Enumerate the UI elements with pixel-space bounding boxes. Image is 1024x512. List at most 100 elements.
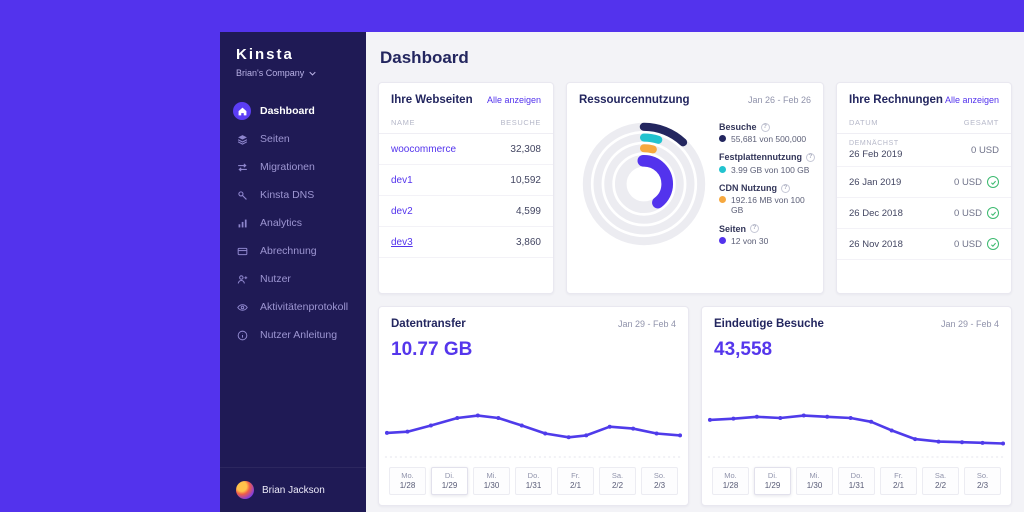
sidebar-item-kinsta-dns[interactable]: Kinsta DNS: [220, 182, 366, 208]
info-icon[interactable]: ?: [760, 122, 770, 132]
transfer-total-value: 10.77 GB: [391, 339, 473, 360]
invoice-amount-block: 0 USD: [971, 145, 999, 156]
sidebar-item-analytics[interactable]: Analytics: [220, 210, 366, 236]
axis-label-cell[interactable]: Di. 1/29: [431, 467, 468, 495]
websites-col-name: NAME: [391, 118, 416, 127]
visits-total-value: 43,558: [714, 339, 773, 360]
axis-day: Do.: [850, 471, 863, 480]
websites-table-header: NAME BESUCHE: [379, 115, 553, 134]
axis-day: Mo.: [401, 471, 414, 480]
axis-label-cell[interactable]: Fr. 2/1: [880, 467, 917, 495]
axis-label-cell[interactable]: Sa. 2/2: [922, 467, 959, 495]
website-link[interactable]: woocommerce: [391, 144, 456, 155]
website-link[interactable]: dev1: [391, 175, 413, 186]
website-visits: 4,599: [515, 205, 541, 217]
axis-day: Mi.: [486, 471, 497, 480]
axis-date: 2/1: [892, 481, 905, 490]
brand-block: Kinsta Brian's Company: [220, 32, 366, 86]
axis-day: So.: [653, 471, 666, 480]
legend-label: Seiten: [719, 223, 747, 234]
resources-card: Ressourcennutzung Jan 26 - Feb 26 Besuch…: [566, 82, 824, 294]
invoice-amount: 0 USD: [954, 207, 982, 219]
invoices-title: Ihre Rechnungen: [849, 94, 943, 106]
legend-color-dot: [719, 135, 726, 143]
axis-day: Fr.: [894, 471, 903, 480]
axis-date: 1/30: [483, 481, 500, 490]
invoice-row: 26 Dec 2018 0 USD: [837, 198, 1011, 229]
axis-label-cell[interactable]: Do. 1/31: [515, 467, 552, 495]
sidebar-item-label: Dashboard: [260, 105, 315, 117]
axis-label-cell[interactable]: Do. 1/31: [838, 467, 875, 495]
legend-value: 55,681 von 500,000: [731, 134, 807, 145]
dns-icon: [233, 186, 251, 204]
migrate-icon: [233, 158, 251, 176]
sidebar-item-label: Aktivitätenprotokoll: [260, 301, 349, 313]
kinsta-logo: Kinsta: [236, 46, 294, 63]
visits-card: Eindeutige Besuche Jan 29 - Feb 4 43,558…: [701, 306, 1012, 506]
invoice-amount-block: 0 USD: [954, 176, 999, 188]
invoices-view-all-link[interactable]: Alle anzeigen: [945, 95, 999, 105]
axis-day: So.: [976, 471, 989, 480]
website-visits: 3,860: [515, 236, 541, 248]
sidebar-item-aktivit-tenprotokoll[interactable]: Aktivitätenprotokoll: [220, 294, 366, 320]
websites-view-all-link[interactable]: Alle anzeigen: [487, 95, 541, 105]
sidebar-item-label: Seiten: [260, 133, 290, 145]
info-icon[interactable]: ?: [781, 183, 790, 193]
invoice-upcoming-tag: DEMNÄCHST: [849, 140, 899, 147]
paid-check-icon: [987, 238, 999, 250]
info-icon[interactable]: ?: [806, 153, 815, 163]
websites-card-header: Ihre Webseiten Alle anzeigen: [379, 83, 553, 115]
legend-item: Festplattennutzung? 3.99 GB von 100 GB: [719, 152, 815, 175]
sidebar-item-label: Nutzer: [260, 273, 291, 285]
info-icon[interactable]: ?: [750, 224, 760, 234]
sidebar-item-nutzer[interactable]: Nutzer: [220, 266, 366, 292]
visits-date-range: Jan 29 - Feb 4: [940, 319, 999, 329]
axis-label-cell[interactable]: Mo. 1/28: [712, 467, 749, 495]
sidebar-item-abrechnung[interactable]: Abrechnung: [220, 238, 366, 264]
axis-day: Sa.: [611, 471, 624, 480]
axis-label-cell[interactable]: Fr. 2/1: [557, 467, 594, 495]
axis-label-cell[interactable]: Sa. 2/2: [599, 467, 636, 495]
axis-label-cell[interactable]: So. 2/3: [641, 467, 678, 495]
sidebar-item-migrationen[interactable]: Migrationen: [220, 154, 366, 180]
company-switcher[interactable]: Brian's Company: [236, 68, 350, 78]
website-link[interactable]: dev3: [391, 237, 413, 248]
legend-label: Besuche: [719, 121, 757, 132]
axis-day: Mo.: [724, 471, 737, 480]
invoice-row: DEMNÄCHST 26 Feb 2019 0 USD: [837, 134, 1011, 167]
websites-table-body: woocommerce 32,308 dev1 10,592 dev2 4,599 dev3…: [379, 134, 553, 258]
transfer-card-header: Datentransfer Jan 29 - Feb 4: [379, 307, 688, 339]
sidebar-item-seiten[interactable]: Seiten: [220, 126, 366, 152]
visits-title: Eindeutige Besuche: [714, 318, 824, 330]
legend-value: 12 von 30: [731, 235, 769, 246]
sidebar-item-dashboard[interactable]: Dashboard: [220, 98, 366, 124]
axis-date: 2/3: [976, 481, 989, 490]
axis-date: 2/1: [569, 481, 582, 490]
sidebar-item-label: Abrechnung: [260, 245, 317, 257]
paid-check-icon: [987, 207, 999, 219]
axis-label-cell[interactable]: Mo. 1/28: [389, 467, 426, 495]
sidebar-item-label: Migrationen: [260, 161, 315, 173]
legend-label: CDN Nutzung: [719, 182, 777, 193]
sidebar-item-nutzer-anleitung[interactable]: Nutzer Anleitung: [220, 322, 366, 348]
axis-date: 2/3: [653, 481, 666, 490]
transfer-card: Datentransfer Jan 29 - Feb 4 10.77 GB Mo…: [378, 306, 689, 506]
sidebar-item-label: Analytics: [260, 217, 303, 229]
axis-label-cell[interactable]: Di. 1/29: [754, 467, 791, 495]
axis-label-cell[interactable]: Mi. 1/30: [473, 467, 510, 495]
axis-date: 1/29: [441, 481, 458, 490]
resources-card-header: Ressourcennutzung Jan 26 - Feb 26: [567, 83, 823, 115]
websites-card: Ihre Webseiten Alle anzeigen NAME BESUCH…: [378, 82, 554, 294]
layers-icon: [233, 130, 251, 148]
user-menu[interactable]: Brian Jackson: [220, 467, 366, 512]
website-row: dev1 10,592: [379, 165, 553, 196]
invoices-col-date: DATUM: [849, 118, 879, 127]
analytics-icon: [233, 214, 251, 232]
axis-day: Mi.: [809, 471, 820, 480]
website-link[interactable]: dev2: [391, 206, 413, 217]
axis-label-cell[interactable]: Mi. 1/30: [796, 467, 833, 495]
resources-legend: Besuche? 55,681 von 500,000 Festplattennut…: [711, 122, 815, 246]
invoice-date-block: DEMNÄCHST 26 Feb 2019: [849, 140, 902, 160]
invoice-date: 26 Dec 2018: [849, 207, 903, 219]
axis-label-cell[interactable]: So. 2/3: [964, 467, 1001, 495]
